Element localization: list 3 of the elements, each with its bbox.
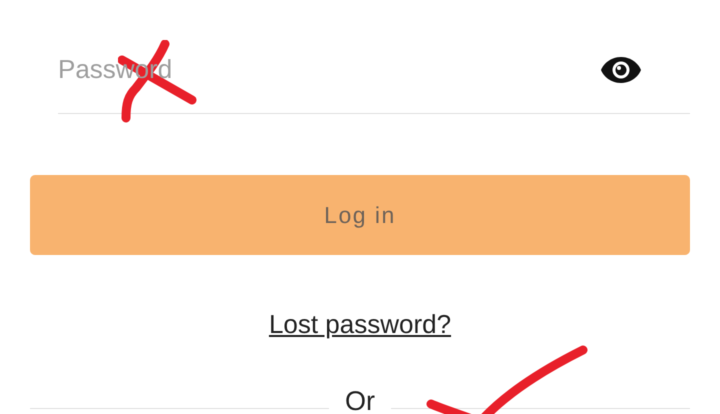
or-divider-text: Or (345, 386, 375, 414)
eye-icon[interactable] (600, 54, 642, 84)
lost-password-link[interactable]: Lost password? (268, 309, 452, 340)
